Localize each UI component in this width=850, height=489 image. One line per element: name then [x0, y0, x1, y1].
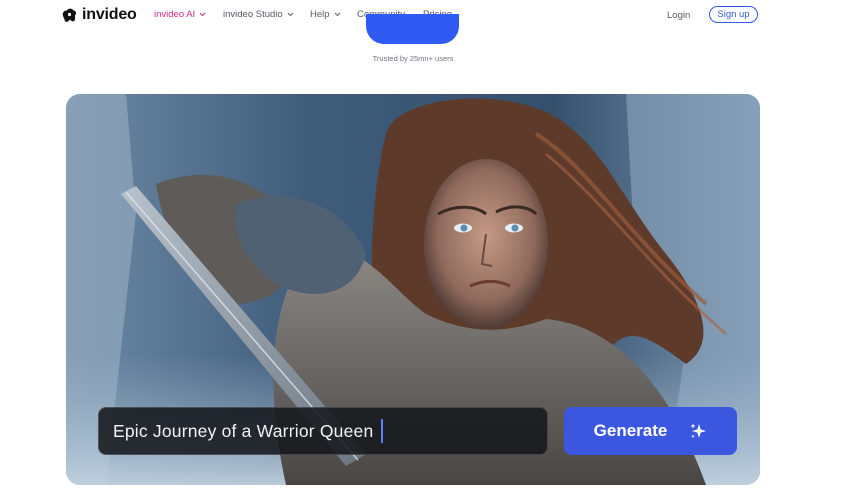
- nav-item-invideo-studio[interactable]: invideo Studio: [223, 9, 294, 20]
- text-caret: [381, 419, 384, 443]
- nav-item-label: invideo AI: [154, 9, 196, 20]
- signup-label: Sign up: [717, 9, 750, 20]
- chevron-down-icon: [334, 12, 340, 17]
- nav-item-label: invideo Studio: [223, 9, 283, 20]
- prompt-input[interactable]: Epic Journey of a Warrior Queen: [98, 407, 548, 455]
- trusted-by-text: Trusted by 25mn+ users: [372, 54, 454, 63]
- hero-video-card: Epic Journey of a Warrior Queen Generate: [66, 94, 760, 485]
- invideo-logo-icon: [62, 8, 77, 22]
- brand-name: invideo: [82, 6, 137, 23]
- chevron-down-icon: [199, 12, 206, 17]
- chevron-down-icon: [287, 12, 294, 17]
- prompt-input-value: Epic Journey of a Warrior Queen: [113, 420, 374, 441]
- hero-cta-button[interactable]: [366, 14, 459, 44]
- nav-item-invideo-ai[interactable]: invideo AI: [154, 9, 206, 20]
- sparkle-icon: [690, 423, 707, 439]
- brand-logo[interactable]: invideo: [61, 6, 137, 24]
- nav-item-label: Help: [310, 9, 330, 20]
- generate-button[interactable]: Generate: [564, 407, 737, 455]
- signup-button[interactable]: Sign up: [709, 6, 758, 23]
- login-link[interactable]: Login: [667, 10, 690, 21]
- generate-button-label: Generate: [593, 421, 668, 440]
- nav-item-help[interactable]: Help: [310, 9, 341, 20]
